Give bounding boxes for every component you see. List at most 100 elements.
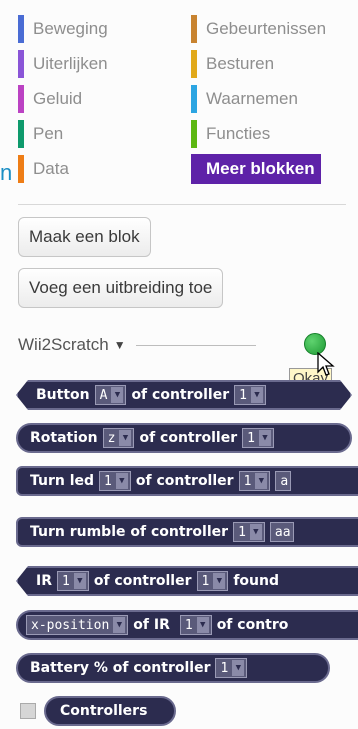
ir-dropdown[interactable]: 1 ▼ <box>179 615 212 635</box>
category-color-swatch <box>18 155 24 183</box>
button-dropdown[interactable]: A ▼ <box>95 385 127 405</box>
block-battery-of-controller[interactable]: Battery % of controller 1 ▼ <box>16 653 330 683</box>
dropdown-value: 1 <box>247 430 255 446</box>
category-color-swatch <box>191 85 197 113</box>
dropdown-arrow-icon: ▼ <box>113 617 126 633</box>
category-label: Gebeurtenissen <box>206 19 327 38</box>
category-color-swatch <box>18 50 24 78</box>
block-text: found <box>233 573 280 589</box>
dropdown-value: 1 <box>238 524 246 540</box>
block-text: Battery % of controller <box>30 660 211 676</box>
block-text: of controller <box>135 473 234 489</box>
block-ir-found[interactable]: IR 1 ▼ of controller 1 ▼ found <box>16 566 358 596</box>
block-text: Turn led <box>30 473 95 489</box>
category-color-swatch <box>191 120 197 148</box>
dropdown-arrow-icon: ▼ <box>111 387 123 403</box>
controller-dropdown[interactable]: 1 ▼ <box>215 658 248 678</box>
dropdown-value: x-position <box>31 617 110 633</box>
dropdown-arrow-icon: ▼ <box>255 473 268 489</box>
controller-dropdown[interactable]: 1 ▼ <box>238 471 271 491</box>
category-color-swatch <box>191 50 197 78</box>
dropdown-arrow-icon: ▼ <box>73 573 86 589</box>
extension-divider <box>135 344 256 346</box>
category-data[interactable]: Data <box>18 154 69 184</box>
dropdown-arrow-icon: ▼ <box>232 660 245 676</box>
dropdown-arrow-icon: ▼ <box>258 430 271 446</box>
category-functies[interactable]: Functies <box>191 119 270 149</box>
category-uiterlijken[interactable]: Uiterlijken <box>18 49 108 79</box>
dropdown-arrow-icon: ▼ <box>213 573 226 589</box>
category-besturen[interactable]: Besturen <box>191 49 274 79</box>
dropdown-value: a <box>280 473 289 489</box>
category-label: Waarnemen <box>206 89 298 108</box>
category-pen[interactable]: Pen <box>18 119 63 149</box>
category-gebeurtenissen[interactable]: Gebeurtenissen <box>191 14 326 44</box>
dropdown-arrow-icon: ▼ <box>196 617 209 633</box>
extension-header: Wii2Scratch ▼ <box>18 332 348 358</box>
dropdown-value: 1 <box>243 473 252 489</box>
block-text: of controller <box>93 573 192 589</box>
controller-dropdown[interactable]: 1 ▼ <box>242 428 274 448</box>
state-dropdown[interactable]: a <box>275 471 292 491</box>
mouse-pointer-icon <box>317 352 335 376</box>
block-text: Button <box>36 387 90 403</box>
category-beweging[interactable]: Beweging <box>18 14 108 44</box>
dropdown-value: z <box>107 430 116 446</box>
dropdown-value: 1 <box>62 573 70 589</box>
block-button-of-controller[interactable]: Button A ▼ of controller 1 ▼ <box>16 380 352 410</box>
dropdown-arrow-icon: ▼ <box>119 430 132 446</box>
led-dropdown[interactable]: 1 ▼ <box>99 471 131 491</box>
category-label: Data <box>33 159 69 178</box>
dropdown-arrow-icon: ▼ <box>249 524 262 540</box>
block-text: IR <box>36 573 52 589</box>
dropdown-value: 1 <box>184 617 193 633</box>
block-turn-rumble[interactable]: Turn rumble of controller 1 ▼ aa <box>16 517 358 547</box>
ir-dropdown[interactable]: 1 ▼ <box>57 571 89 591</box>
palette-divider <box>18 204 346 205</box>
category-label: Besturen <box>206 54 275 73</box>
block-rotation-of-controller[interactable]: Rotation z ▼ of controller 1 ▼ <box>16 423 352 453</box>
dropdown-value: 1 <box>201 573 210 589</box>
block-text: Controllers <box>60 703 148 719</box>
dropdown-value: aa <box>274 524 291 540</box>
block-turn-led[interactable]: Turn led 1 ▼ of controller 1 ▼ a <box>16 466 358 496</box>
category-color-swatch <box>18 85 24 113</box>
controller-dropdown[interactable]: 1 ▼ <box>233 522 265 542</box>
dropdown-value: 1 <box>104 473 112 489</box>
block-position-of-ir[interactable]: x-position ▼ of IR 1 ▼ of contro <box>16 610 358 640</box>
block-text: Rotation <box>30 430 98 446</box>
category-label: Functies <box>206 124 271 143</box>
dropdown-arrow-icon: ▼ <box>115 473 128 489</box>
extension-menu-caret[interactable]: ▼ <box>114 338 126 352</box>
category-label: Geluid <box>33 89 83 108</box>
category-label: Meer blokken <box>206 159 315 178</box>
dropdown-value: A <box>99 387 108 403</box>
category-color-swatch <box>191 15 197 43</box>
category-waarnemen[interactable]: Waarnemen <box>191 84 298 114</box>
position-dropdown[interactable]: x-position ▼ <box>26 615 129 635</box>
category-geluid[interactable]: Geluid <box>18 84 82 114</box>
category-label: Beweging <box>33 19 108 38</box>
block-text: of IR <box>133 617 170 633</box>
dropdown-value: 1 <box>239 387 247 403</box>
axis-dropdown[interactable]: z ▼ <box>102 428 135 448</box>
block-text: of controller <box>131 387 230 403</box>
dropdown-value: 1 <box>220 660 229 676</box>
extension-name: Wii2Scratch <box>18 335 109 354</box>
controllers-checkbox[interactable] <box>20 703 36 719</box>
left-edge-mark: n <box>0 160 13 185</box>
block-text: of controller <box>139 430 238 446</box>
category-label: Pen <box>33 124 64 143</box>
make-block-button[interactable]: Maak een blok <box>18 217 151 257</box>
category-color-swatch <box>18 15 24 43</box>
add-extension-button[interactable]: Voeg een uitbreiding toe <box>18 268 224 308</box>
dropdown-arrow-icon: ▼ <box>251 387 263 403</box>
controller-dropdown[interactable]: 1 ▼ <box>196 571 229 591</box>
block-controllers[interactable]: Controllers <box>44 696 176 726</box>
block-text: of contro <box>216 617 289 633</box>
category-color-swatch <box>191 155 197 183</box>
state-dropdown[interactable]: aa <box>269 522 294 542</box>
category-color-swatch <box>18 120 24 148</box>
controller-dropdown[interactable]: 1 ▼ <box>234 385 266 405</box>
category-meer-blokken[interactable]: Meer blokken <box>191 154 321 184</box>
